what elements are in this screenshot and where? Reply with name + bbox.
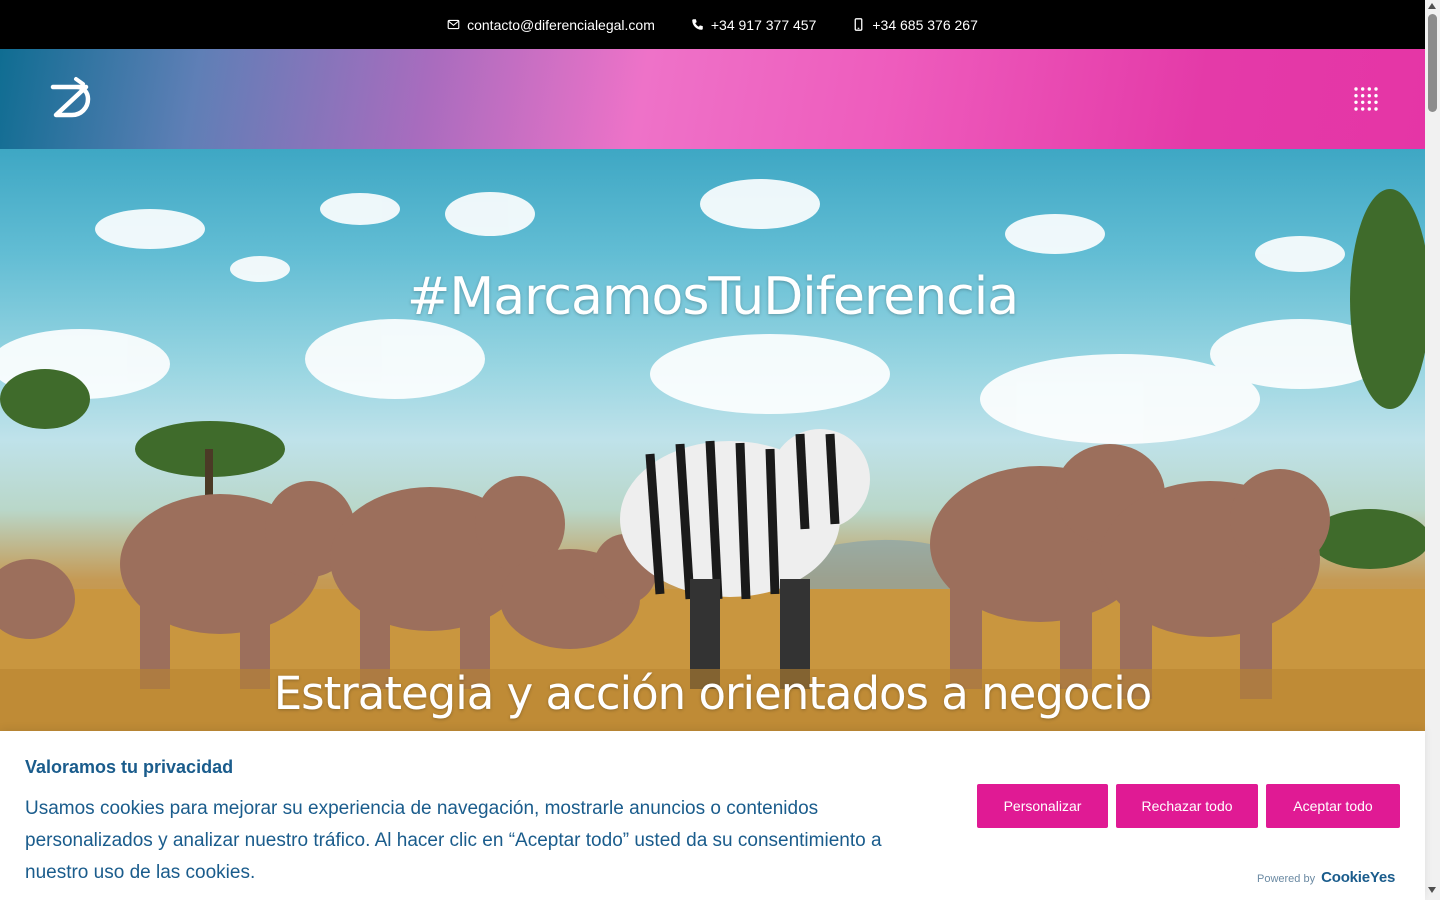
cookie-description: Usamos cookies para mejorar su experienc… xyxy=(25,798,882,883)
scroll-down-arrow-icon[interactable] xyxy=(1428,887,1436,893)
customize-button[interactable]: Personalizar xyxy=(977,784,1108,828)
cookieyes-logo[interactable]: CookieYes xyxy=(1321,869,1395,886)
scrollbar-thumb[interactable] xyxy=(1428,14,1437,112)
site-header xyxy=(0,49,1425,149)
mail-icon xyxy=(447,19,460,30)
cookie-title: Valoramos tu privacidad xyxy=(25,757,234,777)
mobile-text: +34 685 376 267 xyxy=(872,16,978,33)
mobile-phone-icon xyxy=(854,18,863,31)
powered-by: Powered by CookieYes xyxy=(1257,869,1395,886)
mobile-link[interactable]: +34 685 376 267 xyxy=(852,17,978,33)
contact-bar: contacto@diferencialegal.com +34 917 377… xyxy=(0,0,1425,49)
hero-banner: #MarcamosTuDiferencia Estrategia y acció… xyxy=(0,149,1425,731)
powered-by-label: Powered by xyxy=(1257,873,1316,885)
hero-title: #MarcamosTuDiferencia xyxy=(406,267,1019,327)
hero-subtitle: Estrategia y acción orientados a negocio xyxy=(273,667,1153,720)
grid-menu-icon[interactable] xyxy=(1353,86,1379,112)
dl-logo-icon[interactable] xyxy=(50,75,92,119)
email-link[interactable]: contacto@diferencialegal.com xyxy=(447,17,655,33)
accept-all-button[interactable]: Aceptar todo xyxy=(1266,784,1400,828)
hero-image xyxy=(0,179,1425,731)
scroll-up-arrow-icon[interactable] xyxy=(1428,3,1436,9)
page-scrollbar[interactable] xyxy=(1425,0,1440,900)
cookie-consent-banner: Valoramos tu privacidad Usamos cookies p… xyxy=(0,731,1425,900)
email-text: contacto@diferencialegal.com xyxy=(467,16,655,33)
reject-all-button[interactable]: Rechazar todo xyxy=(1116,784,1258,828)
phone-text: +34 917 377 457 xyxy=(710,16,817,33)
phone-link[interactable]: +34 917 377 457 xyxy=(691,16,817,33)
phone-icon xyxy=(692,19,703,30)
